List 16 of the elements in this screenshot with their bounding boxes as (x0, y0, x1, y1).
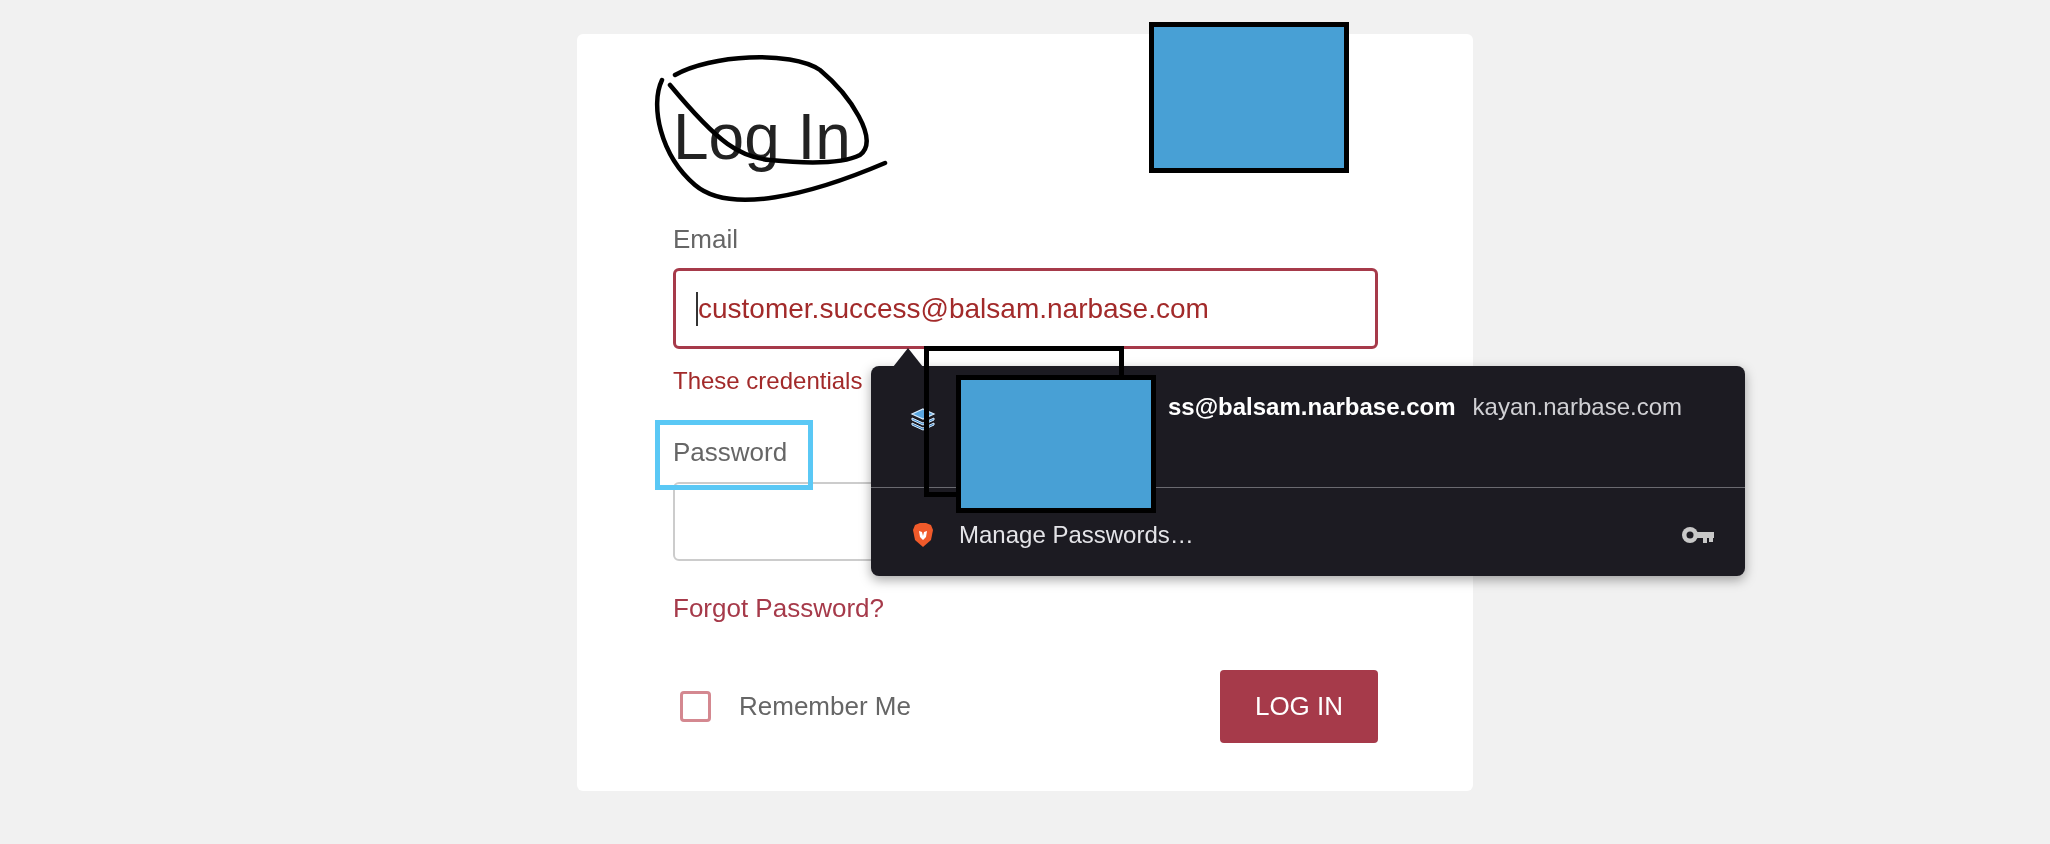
password-label: Password (673, 437, 788, 468)
site-name: kayan.narbase.com (1472, 392, 1682, 422)
layers-icon (910, 406, 936, 432)
email-value: customer.success@balsam.narbase.com (698, 291, 1209, 326)
lion-shield-icon (912, 522, 934, 548)
credential-option[interactable]: ss@balsam.narbase.com kayan.narbase.com (871, 366, 1745, 487)
email-field[interactable]: customer.success@balsam.narbase.com (673, 268, 1378, 349)
remember-label: Remember Me (739, 690, 911, 723)
forgot-password-link[interactable]: Forgot Password? (673, 593, 884, 624)
username: ss@balsam.narbase.com (1168, 392, 1456, 422)
key-icon (1681, 526, 1715, 544)
email-label: Email (673, 224, 738, 255)
error-message: These credentials (673, 366, 863, 395)
login-button[interactable]: LOG IN (1220, 670, 1378, 743)
manage-passwords-label: Manage Passwords… (959, 520, 1194, 550)
remember-checkbox[interactable] (680, 691, 711, 722)
